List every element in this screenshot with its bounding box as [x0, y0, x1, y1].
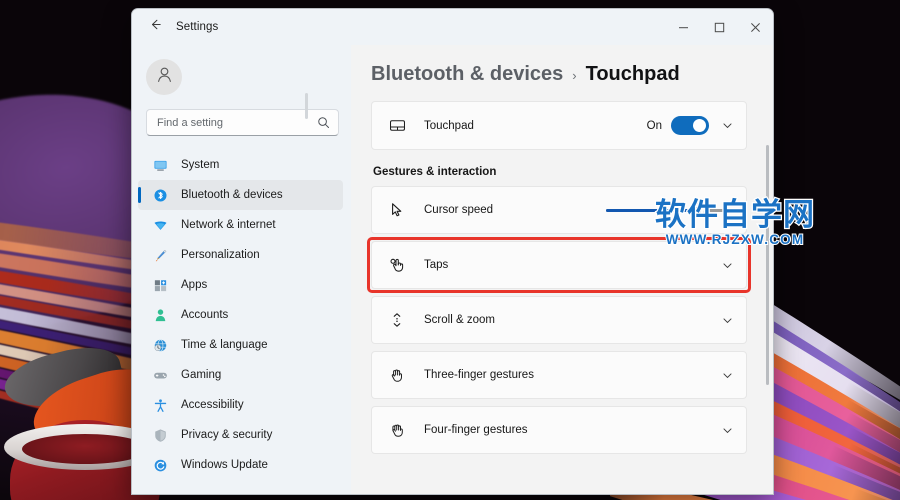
sidebar-item-label: Accessibility [181, 399, 244, 411]
sidebar-item-system[interactable]: System [138, 150, 343, 180]
four-finger-icon [386, 422, 408, 438]
three-finger-icon [386, 367, 408, 383]
sidebar: System Bluetooth & devices [132, 45, 351, 494]
sidebar-item-network-internet[interactable]: Network & internet [138, 210, 343, 240]
sidebar-scrollbar[interactable] [305, 93, 308, 119]
sidebar-item-label: Personalization [181, 249, 260, 261]
touchpad-icon [386, 117, 408, 134]
minimize-icon [678, 22, 689, 33]
sidebar-item-label: Privacy & security [181, 429, 272, 441]
sidebar-item-time-language[interactable]: Time & language [138, 330, 343, 360]
wallpaper-bowl-inner [22, 434, 148, 464]
toggle-knob [693, 119, 706, 132]
sidebar-item-label: Gaming [181, 369, 221, 381]
touchpad-row-label: Touchpad [424, 120, 474, 132]
section-title: Gestures & interaction [373, 166, 747, 178]
touchpad-toggle-state: On [647, 120, 662, 132]
window-title: Settings [176, 21, 218, 33]
chevron-down-icon[interactable] [721, 259, 734, 272]
privacy-security-icon [150, 426, 170, 444]
chevron-down-icon[interactable] [721, 119, 734, 132]
desktop-wallpaper: Settings [0, 0, 900, 500]
search-icon[interactable] [317, 116, 330, 129]
tap-hand-icon [386, 257, 408, 273]
cursor-icon [386, 202, 408, 218]
search-wrapper [132, 103, 351, 146]
sidebar-item-label: Apps [181, 279, 207, 291]
minimize-button[interactable] [665, 9, 701, 45]
main-content: Bluetooth & devices › Touchpad Touchpad … [351, 45, 773, 494]
time-language-icon [150, 336, 170, 354]
search-box[interactable] [146, 109, 339, 136]
sidebar-item-label: Windows Update [181, 459, 268, 471]
accounts-icon [150, 306, 170, 324]
slider-track[interactable] [606, 209, 730, 212]
chevron-down-icon[interactable] [721, 369, 734, 382]
three-finger-gestures-row[interactable]: Three-finger gestures [371, 351, 747, 399]
accessibility-icon [150, 396, 170, 414]
sidebar-nav-list: System Bluetooth & devices [132, 146, 351, 494]
scroll-zoom-row[interactable]: Scroll & zoom [371, 296, 747, 344]
window-controls [665, 9, 773, 45]
sidebar-item-label: Bluetooth & devices [181, 189, 283, 201]
taps-row-label: Taps [424, 259, 448, 271]
scroll-zoom-icon [386, 312, 408, 328]
touchpad-toggle[interactable] [671, 116, 709, 135]
avatar[interactable] [146, 59, 182, 95]
settings-window: Settings [131, 8, 774, 495]
cursor-speed-label: Cursor speed [424, 204, 493, 216]
breadcrumb-separator: › [572, 68, 576, 83]
system-icon [150, 156, 170, 174]
maximize-button[interactable] [701, 9, 737, 45]
sidebar-item-label: System [181, 159, 219, 171]
search-input[interactable] [157, 117, 317, 129]
slider-thumb[interactable] [691, 203, 705, 217]
window-body: System Bluetooth & devices [132, 45, 773, 494]
maximize-icon [714, 22, 725, 33]
slider-fill [606, 209, 698, 212]
four-finger-gestures-row[interactable]: Four-finger gestures [371, 406, 747, 454]
sidebar-item-privacy-security[interactable]: Privacy & security [138, 420, 343, 450]
chevron-down-icon[interactable] [721, 424, 734, 437]
cursor-speed-slider[interactable] [606, 209, 730, 212]
sidebar-item-apps[interactable]: Apps [138, 270, 343, 300]
cursor-speed-row[interactable]: Cursor speed [371, 186, 747, 234]
person-icon [155, 65, 174, 89]
back-arrow-icon [148, 17, 163, 37]
chevron-down-icon[interactable] [721, 314, 734, 327]
gaming-icon [150, 366, 170, 384]
network-icon [150, 216, 170, 234]
bluetooth-icon [150, 186, 170, 204]
sidebar-item-label: Time & language [181, 339, 268, 351]
sidebar-item-accounts[interactable]: Accounts [138, 300, 343, 330]
scroll-zoom-label: Scroll & zoom [424, 314, 495, 326]
taps-row[interactable]: Taps [371, 241, 747, 289]
sidebar-item-accessibility[interactable]: Accessibility [138, 390, 343, 420]
sidebar-item-bluetooth-devices[interactable]: Bluetooth & devices [138, 180, 343, 210]
profile-block[interactable] [132, 45, 351, 103]
touchpad-row[interactable]: Touchpad On [371, 101, 747, 150]
close-icon [750, 22, 761, 33]
windows-update-icon [150, 456, 170, 474]
four-finger-gestures-label: Four-finger gestures [424, 424, 528, 436]
apps-icon [150, 276, 170, 294]
sidebar-item-windows-update[interactable]: Windows Update [138, 450, 343, 480]
back-button[interactable] [140, 14, 170, 40]
personalization-icon [150, 246, 170, 264]
breadcrumb-current: Touchpad [586, 63, 680, 86]
title-bar: Settings [132, 9, 773, 45]
sidebar-item-personalization[interactable]: Personalization [138, 240, 343, 270]
content-scrollbar[interactable] [766, 145, 769, 385]
breadcrumb-parent[interactable]: Bluetooth & devices [371, 63, 563, 86]
sidebar-item-gaming[interactable]: Gaming [138, 360, 343, 390]
three-finger-gestures-label: Three-finger gestures [424, 369, 534, 381]
sidebar-item-label: Network & internet [181, 219, 276, 231]
breadcrumb: Bluetooth & devices › Touchpad [371, 45, 747, 101]
close-button[interactable] [737, 9, 773, 45]
sidebar-item-label: Accounts [181, 309, 228, 321]
